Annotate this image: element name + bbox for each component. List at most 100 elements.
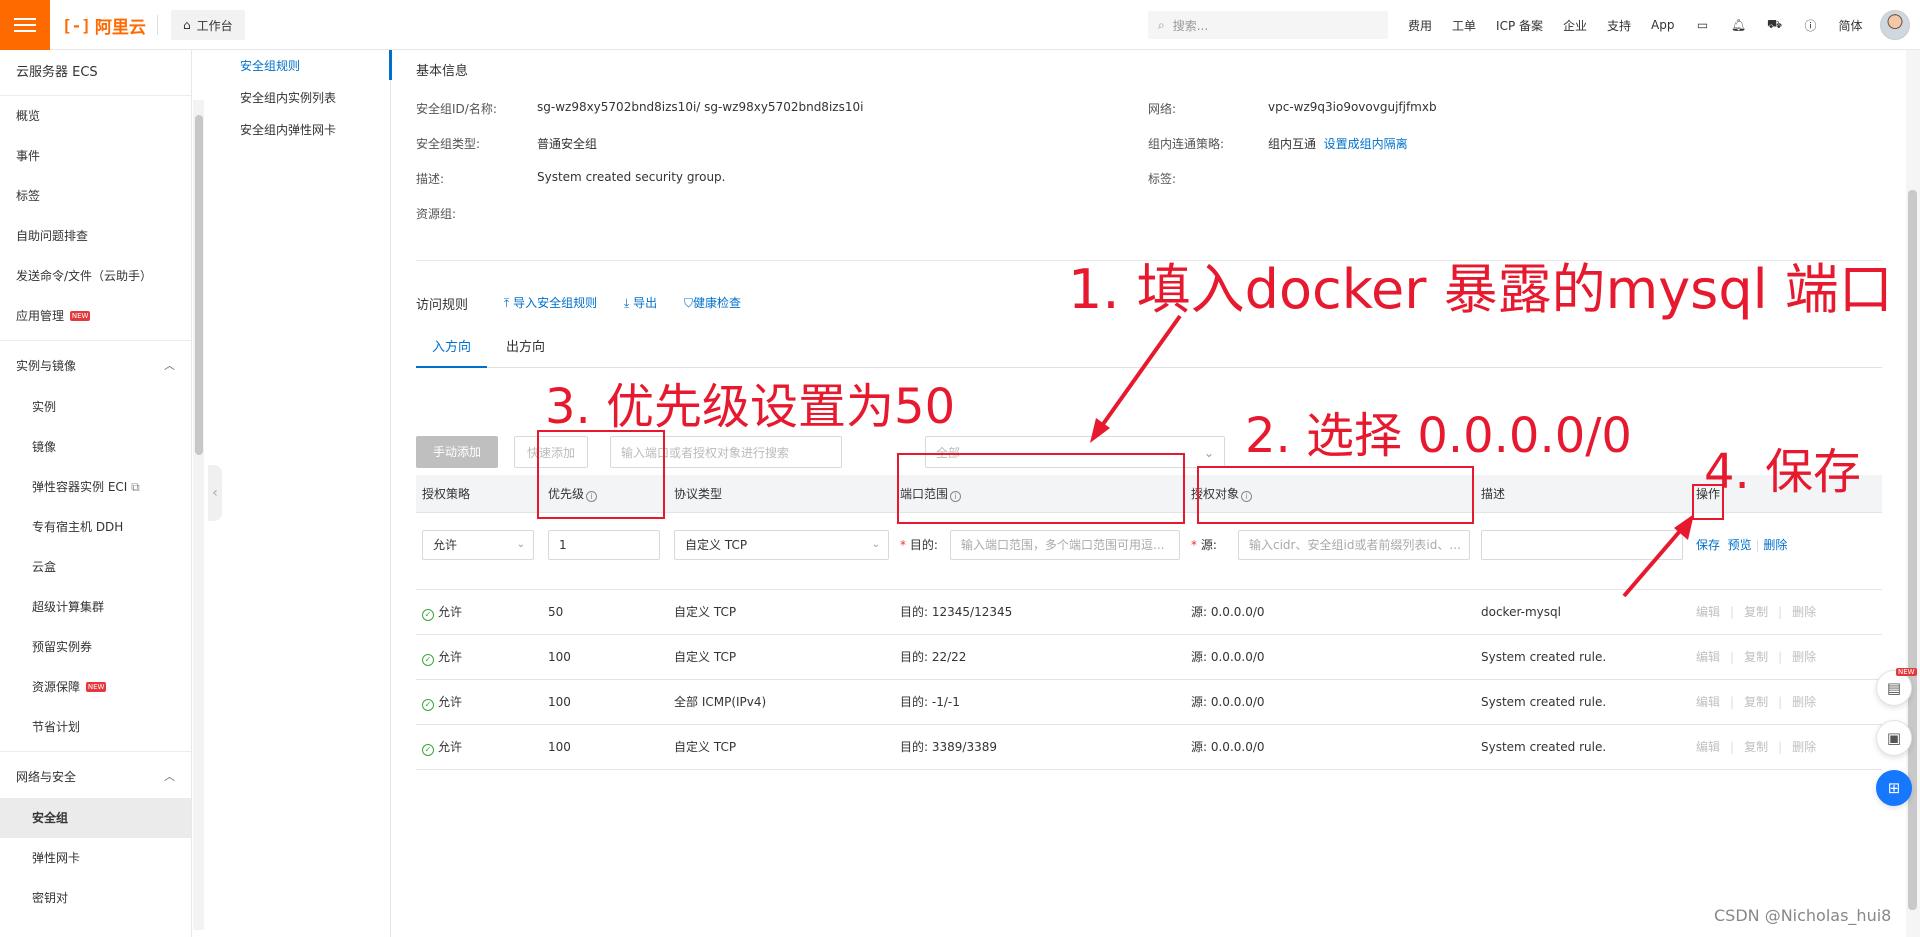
set-isolation-link[interactable]: 设置成组内隔离 (1324, 137, 1408, 151)
health-check-link[interactable]: ⛉健康检查 (684, 294, 741, 311)
edit-button[interactable]: 编辑 (1696, 740, 1720, 754)
aliyun-logo[interactable]: [-] 阿里云 (62, 14, 146, 38)
manual-add-button[interactable]: 手动添加 (416, 436, 498, 468)
cell-priority: 100 (548, 635, 571, 680)
cell-policy: ✓ 允许 (422, 635, 462, 680)
delete-button[interactable]: 删除 (1792, 695, 1816, 709)
sidebar-item-scc[interactable]: 超级计算集群 (0, 587, 191, 627)
copy-button[interactable]: 复制 (1744, 740, 1768, 754)
watermark: CSDN @Nicholas_hui8 (1714, 906, 1892, 925)
help-icon[interactable]: ⓘ (1803, 17, 1819, 33)
tab-outbound[interactable]: 出方向 (490, 330, 561, 368)
edit-button[interactable]: 编辑 (1696, 605, 1720, 619)
protocol-select[interactable]: 自定义 TCP ⌄ (674, 530, 889, 560)
nav-app[interactable]: App (1651, 18, 1674, 32)
nav-icp[interactable]: ICP 备案 (1496, 17, 1543, 34)
sidebar-item-resource-guarantee[interactable]: 资源保障 NEW (0, 667, 191, 707)
sidebar-item-app-management[interactable]: 应用管理 NEW (0, 296, 191, 336)
nav-enterprise[interactable]: 企业 (1563, 17, 1587, 34)
nav-support[interactable]: 支持 (1607, 17, 1631, 34)
copy-button[interactable]: 复制 (1744, 605, 1768, 619)
sidebar-item-security-group[interactable]: 安全组 (0, 798, 191, 838)
delete-button[interactable]: 删除 (1792, 740, 1816, 754)
sidebar-item-eci[interactable]: 弹性容器实例 ECI ⧉ (0, 467, 191, 507)
tag-label: 标签: (1148, 172, 1177, 186)
page-scroll-thumb[interactable] (1908, 190, 1917, 910)
import-rules-link[interactable]: ⤒ 导入安全组规则 (504, 294, 597, 311)
sidebar-item-send-command[interactable]: 发送命令/文件（云助手） (0, 256, 191, 296)
workbench-button[interactable]: ⌂ 工作台 (171, 10, 245, 40)
copy-button[interactable]: 复制 (1744, 695, 1768, 709)
priority-input[interactable]: 1 (548, 530, 660, 560)
logo-mark: [-] (62, 15, 91, 35)
nav-fees[interactable]: 费用 (1408, 17, 1432, 34)
sidebar-item-cloudbox[interactable]: 云盒 (0, 547, 191, 587)
separator: | (1730, 695, 1735, 709)
chevron-down-icon: ⌄ (871, 539, 880, 550)
sidebar-scroll-thumb[interactable] (195, 115, 203, 455)
divider (157, 15, 158, 35)
edit-button[interactable]: 编辑 (1696, 650, 1720, 664)
access-rules-title: 访问规则 (416, 298, 469, 313)
tab-inbound[interactable]: 入方向 (416, 330, 488, 368)
cell-text: System created rule. (1481, 695, 1607, 709)
sidebar-group-network[interactable]: 网络与安全 ︿ (0, 756, 191, 798)
cell-text: System created rule. (1481, 650, 1607, 664)
save-button[interactable]: 保存 (1696, 538, 1720, 552)
language-switch[interactable]: 简体 (1839, 17, 1863, 34)
row-actions: 编辑 | 复制 | 删除 (1696, 725, 1826, 770)
sidebar-item-ddh[interactable]: 专有宿主机 DDH (0, 507, 191, 547)
workbench-label: 工作台 (196, 18, 233, 33)
sidebar-group-instances[interactable]: 实例与镜像 ︿ (0, 345, 191, 387)
sidebar-item-reserved[interactable]: 预留实例券 (0, 627, 191, 667)
cell-text: 100 (548, 695, 571, 709)
network-value: vpc-wz9q3io9ovovgujfjfmxb (1268, 100, 1437, 114)
cart-icon[interactable]: ⛟ (1767, 17, 1783, 33)
sidebar-item-troubleshoot[interactable]: 自助问题排查 (0, 216, 191, 256)
subnav-enis[interactable]: 安全组内弹性网卡 (224, 114, 390, 146)
cell-desc: docker-mysql (1481, 590, 1561, 635)
port-range-input[interactable]: 输入端口范围，多个端口范围可用逗... (950, 530, 1180, 560)
terminal-icon[interactable]: ▭ (1695, 17, 1711, 33)
subnav-instances[interactable]: 安全组内实例列表 (224, 82, 390, 114)
cell-text: 目的: 3389/3389 (900, 740, 997, 754)
sidebar-item-eni[interactable]: 弹性网卡 (0, 838, 191, 878)
separator: | (1778, 695, 1783, 709)
policy-select[interactable]: 允许 ⌄ (422, 530, 534, 560)
subnav-rules[interactable]: 安全组规则 (224, 50, 390, 82)
collapse-sidebar-button[interactable]: ‹ (208, 465, 222, 521)
copy-button[interactable]: 复制 (1744, 650, 1768, 664)
chat-icon[interactable]: ▣ (1876, 720, 1912, 756)
sidebar-item-events[interactable]: 事件 (0, 136, 191, 176)
header-policy: 授权策略 (422, 487, 471, 501)
sidebar-item-savings-plan[interactable]: 节省计划 (0, 707, 191, 747)
dest-label: * 目的: (900, 538, 938, 552)
sidebar-item-tags[interactable]: 标签 (0, 176, 191, 216)
apps-icon[interactable]: ⊞ (1876, 770, 1912, 806)
delete-button[interactable]: 删除 (1792, 605, 1816, 619)
desc-value: System created security group. (537, 170, 726, 184)
table-row: ✓ 允许 100 自定义 TCP 目的: 22/22 源: 0.0.0.0/0 System… (416, 635, 1882, 680)
group-label: 网络与安全 (16, 770, 77, 784)
nav-tickets[interactable]: 工单 (1452, 17, 1476, 34)
edit-button[interactable]: 编辑 (1696, 695, 1720, 709)
preview-button[interactable]: 预览 (1728, 538, 1752, 552)
sidebar-item-image[interactable]: 镜像 (0, 427, 191, 467)
sidebar-item-instance[interactable]: 实例 (0, 387, 191, 427)
cell-policy: ✓ 允许 (422, 725, 462, 770)
cell-port: 目的: 3389/3389 (900, 725, 997, 770)
delete-button[interactable]: 删除 (1763, 538, 1787, 552)
sidebar-item-overview[interactable]: 概览 (0, 96, 191, 136)
bell-icon[interactable]: 🔔︎ (1731, 17, 1747, 33)
export-link[interactable]: ⤓ 导出 (624, 294, 657, 311)
delete-button[interactable]: 删除 (1792, 650, 1816, 664)
avatar[interactable] (1880, 10, 1910, 40)
cell-text: 自定义 TCP (674, 605, 737, 619)
menu-icon[interactable] (0, 0, 50, 50)
description-input[interactable] (1481, 530, 1683, 560)
download-icon: ⤓ (624, 296, 630, 310)
security-group-subnav: 安全组规则 安全组内实例列表 安全组内弹性网卡 (224, 50, 391, 937)
source-input[interactable]: 输入cidr、安全组id或者前缀列表id、... (1238, 530, 1470, 560)
sidebar-item-keypair[interactable]: 密钥对 (0, 878, 191, 918)
search-input[interactable]: ⌕ 搜索... (1148, 11, 1388, 39)
